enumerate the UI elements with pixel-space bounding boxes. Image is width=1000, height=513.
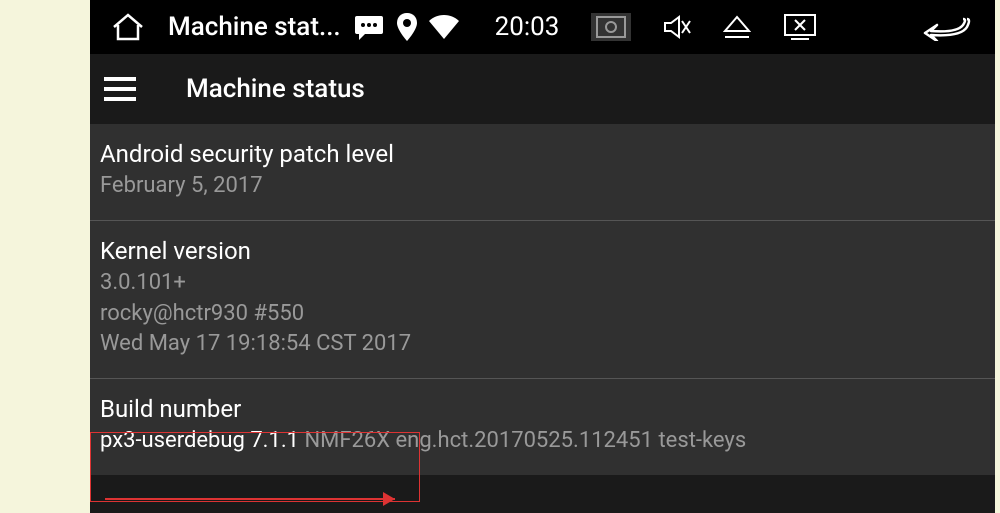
close-app-icon[interactable] — [783, 13, 817, 41]
item-value: February 5, 2017 — [100, 171, 985, 202]
item-value: px3-userdebug 7.1.1 NMF26X eng.hct.20170… — [100, 426, 985, 457]
back-icon[interactable] — [923, 13, 971, 41]
kernel-version-item[interactable]: Kernel version 3.0.101+ rocky@hctr930 #5… — [90, 221, 995, 379]
home-icon[interactable] — [110, 12, 146, 42]
settings-list: Android security patch level February 5,… — [90, 124, 995, 475]
screenshot-icon[interactable] — [591, 13, 631, 41]
sms-icon[interactable] — [353, 14, 385, 40]
item-title: Kernel version — [100, 237, 985, 265]
wifi-icon — [429, 15, 459, 39]
status-bar-title: Machine stat... — [168, 12, 341, 42]
app-header: Machine status — [90, 54, 995, 124]
build-number-item[interactable]: Build number px3-userdebug 7.1.1 NMF26X … — [90, 379, 995, 475]
item-title: Android security patch level — [100, 140, 985, 168]
item-value: 3.0.101+ rocky@hctr930 #550 Wed May 17 1… — [100, 268, 985, 360]
status-bar: Machine stat... 20:03 — [90, 0, 995, 54]
location-icon — [397, 13, 417, 41]
eject-icon[interactable] — [723, 15, 751, 39]
security-patch-item[interactable]: Android security patch level February 5,… — [90, 124, 995, 221]
mute-icon[interactable] — [663, 13, 691, 41]
item-title: Build number — [100, 395, 985, 423]
page-title: Machine status — [186, 74, 365, 104]
hamburger-menu-icon[interactable] — [104, 77, 136, 101]
clock: 20:03 — [495, 12, 560, 42]
